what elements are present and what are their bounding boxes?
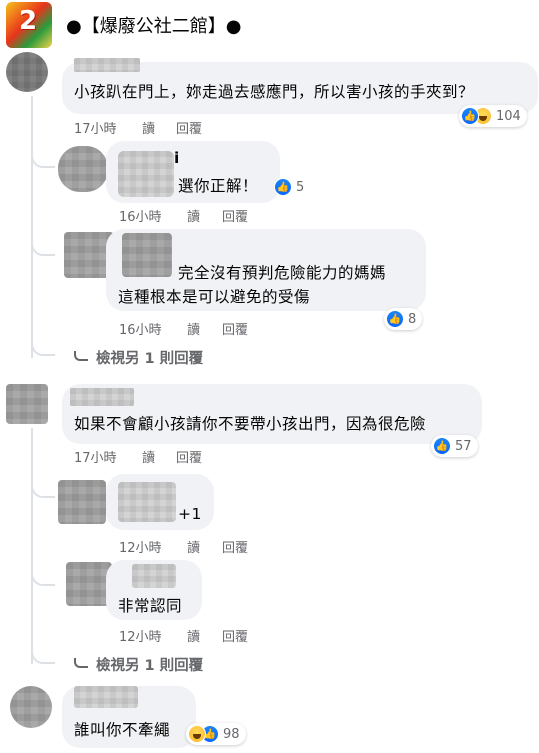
thread-branch [31,470,55,498]
timestamp[interactable]: 16小時 [119,206,162,225]
like-icon: 👍 [274,178,292,196]
timestamp[interactable]: 12小時 [119,626,162,645]
thread-line [31,428,33,664]
read-link[interactable]: 讀 [142,447,155,466]
reply-bubble: i 選你正解！ [106,141,280,203]
commenter-name-blurred[interactable] [74,58,140,72]
thread-branch [31,640,55,664]
reaction-count: 98 [223,726,240,742]
reaction-summary[interactable]: 👍 5 [272,176,310,198]
reply-meta: 12小時 讀 回覆 [119,626,319,645]
reply-meta: 16小時 讀 回覆 [119,206,319,225]
avatar[interactable] [58,480,106,524]
reaction-summary[interactable]: 👍 98 [186,723,246,745]
avatar[interactable] [58,146,108,192]
view-more-replies-button[interactable]: 檢視另 1 則回覆 [74,347,203,368]
reply-text: 非常認同 [118,597,183,615]
like-icon: 👍 [433,437,451,455]
like-icon: 👍 [386,310,404,328]
like-icon: 👍 [461,107,479,125]
view-more-label: 檢視另 1 則回覆 [96,351,204,367]
timestamp[interactable]: 17小時 [74,118,117,137]
thread-line [31,96,33,358]
comment-text: 誰叫你不牽繩 [74,721,171,739]
reply-text: +1 [178,505,202,523]
comment-text: 小孩趴在門上，妳走過去感應門，所以害小孩的手夾到？ [74,83,475,101]
read-link[interactable]: 讀 [187,537,200,556]
view-more-label: 檢視另 1 則回覆 [96,658,204,674]
read-link[interactable]: 讀 [187,626,200,645]
reply-text-line2: 這種根本是可以避免的受傷 [118,288,311,306]
reply-button[interactable]: 回覆 [222,319,248,338]
reaction-count: 8 [408,311,417,327]
reply-text-line1: 完全沒有預判危險能力的媽媽 [178,264,387,282]
haha-icon [188,725,206,743]
thread-branch [31,330,55,356]
reply-button[interactable]: 回覆 [222,626,248,645]
reply-bubble: +1 [106,474,214,530]
reply-text: 選你正解！ [178,177,259,195]
read-link[interactable]: 讀 [142,118,155,137]
timestamp[interactable]: 12小時 [119,537,162,556]
read-link[interactable]: 讀 [187,319,200,338]
reply-button[interactable]: 回覆 [176,118,202,137]
reply-arrow-icon [74,351,88,361]
avatar[interactable] [10,686,52,728]
comment-meta: 17小時 讀 回覆 [74,118,274,137]
view-more-replies-button[interactable]: 檢視另 1 則回覆 [74,654,203,675]
timestamp[interactable]: 17小時 [74,447,117,466]
commenter-name-blurred[interactable] [118,482,176,522]
commenter-name-blurred[interactable] [132,564,176,588]
commenter-name-blurred[interactable] [118,151,174,197]
commenter-name-blurred[interactable] [70,388,134,406]
thread-branch [31,558,55,586]
reply-bubble: 完全沒有預判危險能力的媽媽 這種根本是可以避免的受傷 [106,229,426,311]
reaction-summary[interactable]: 👍 57 [431,435,478,457]
reaction-count: 104 [496,108,521,124]
reply-button[interactable]: 回覆 [222,206,248,225]
commenter-name-blurred[interactable] [122,233,172,277]
comment-meta: 17小時 讀 回覆 [74,447,274,466]
reply-meta: 16小時 讀 回覆 [119,319,319,338]
comment-bubble: 如果不會顧小孩請你不要帶小孩出門，因為很危險 [62,384,482,444]
comment-bubble: 誰叫你不牽繩 [62,686,196,748]
read-link[interactable]: 讀 [187,206,200,225]
group-title[interactable]: ●【爆廢公社二館】● [66,12,241,38]
reply-button[interactable]: 回覆 [176,447,202,466]
commenter-name-fragment[interactable]: i [174,149,180,167]
timestamp[interactable]: 16小時 [119,319,162,338]
reply-bubble: 非常認同 [106,560,202,620]
reaction-summary[interactable]: 👍 104 [459,105,527,127]
reaction-count: 57 [455,438,472,454]
reaction-count: 5 [296,179,305,195]
avatar[interactable] [6,384,48,424]
reply-button[interactable]: 回覆 [222,537,248,556]
group-logo-text: 2 [19,6,38,36]
thread-branch [31,228,55,256]
group-logo[interactable]: 2 [6,2,52,48]
commenter-name-blurred[interactable] [74,686,138,708]
reaction-summary[interactable]: 👍 8 [384,308,423,330]
avatar[interactable] [6,52,48,92]
comment-text: 如果不會顧小孩請你不要帶小孩出門，因為很危險 [74,415,427,433]
reply-arrow-icon [74,658,88,668]
reply-meta: 12小時 讀 回覆 [119,537,319,556]
thread-branch [31,140,55,168]
